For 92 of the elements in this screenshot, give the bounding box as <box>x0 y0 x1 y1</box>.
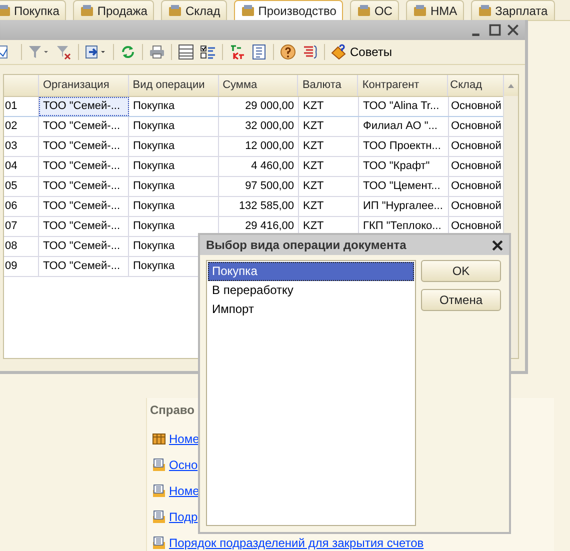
reference-link[interactable]: Порядок подразделений для закрытия счетов <box>169 536 424 550</box>
table-cell: ТОО "Семей-... <box>39 117 129 136</box>
list-item[interactable]: Импорт <box>208 300 414 319</box>
reference-link[interactable]: Номе <box>169 484 200 498</box>
column-header[interactable]: Контрагент <box>358 75 448 96</box>
section-icon <box>413 4 428 18</box>
column-header[interactable]: Сумма <box>218 75 298 96</box>
reference-link[interactable]: Осно <box>169 458 198 472</box>
ok-button[interactable]: OK <box>421 260 501 282</box>
checklist-icon[interactable] <box>200 44 216 60</box>
panel-title: Справо <box>150 402 194 418</box>
table-cell: Покупка <box>129 117 219 136</box>
maximize-icon[interactable] <box>489 24 501 36</box>
section-tab[interactable]: Покупка <box>0 0 66 20</box>
close-icon[interactable] <box>492 240 503 250</box>
table-cell: Покупка <box>129 177 219 196</box>
table-icon <box>152 432 166 446</box>
list-icon <box>152 484 166 498</box>
table-cell: 32 000,00 <box>219 117 299 136</box>
document-icon[interactable] <box>251 44 267 60</box>
section-icon <box>168 4 182 18</box>
table-cell: KZT <box>299 137 359 156</box>
section-icon <box>0 4 11 18</box>
row-number: 08 <box>4 237 39 256</box>
section-icon <box>357 4 372 18</box>
table-cell: ТОО "Семей-... <box>39 97 129 116</box>
reference-link[interactable]: Номе <box>169 432 200 446</box>
section-tab[interactable]: НМА <box>406 0 464 20</box>
table-cell: ТОО "Семей-... <box>39 177 129 196</box>
row-number: 09 <box>4 257 39 276</box>
column-header[interactable]: Валюта <box>298 75 358 96</box>
refresh-icon[interactable] <box>120 44 136 60</box>
table-cell: KZT <box>299 157 359 176</box>
table-cell: ТОО "Alina Tr... <box>359 97 449 116</box>
list-item[interactable]: В переработку <box>208 281 414 300</box>
list-item[interactable]: Покупка <box>208 262 414 281</box>
table-cell: ТОО "Семей-... <box>39 137 129 156</box>
row-number: 06 <box>4 197 39 216</box>
table-cell: ТОО "Крафт" <box>359 157 449 176</box>
table-cell: ТОО "Семей-... <box>39 157 129 176</box>
table-cell: Покупка <box>129 137 219 156</box>
tips-icon <box>331 44 347 60</box>
table-cell: ТОО "Семей-... <box>39 217 129 236</box>
table-cell: 132 585,00 <box>219 197 299 216</box>
table-cell: KZT <box>299 97 359 116</box>
section-tab[interactable]: Производство <box>234 0 344 20</box>
table-cell: Покупка <box>129 157 219 176</box>
move-icon[interactable] <box>85 44 107 60</box>
column-header[interactable]: Организация <box>38 75 129 96</box>
table-cell: ТОО "Семей-... <box>39 197 129 216</box>
column-header[interactable]: Склад <box>448 75 504 96</box>
list-icon <box>152 536 166 550</box>
row-number: 04 <box>4 157 39 176</box>
help-icon[interactable] <box>280 44 296 60</box>
table-cell: 12 000,00 <box>219 137 299 156</box>
row-number: 03 <box>4 137 39 156</box>
table-cell: ТОО "Цемент... <box>359 177 449 196</box>
row-number: 07 <box>4 217 39 236</box>
row-number: 02 <box>4 117 39 136</box>
close-icon[interactable] <box>507 24 519 36</box>
print-icon[interactable] <box>149 44 165 60</box>
section-icon <box>478 4 492 18</box>
table-cell: ТОО "Семей-... <box>39 237 129 256</box>
table-cell: ТОО Проектн... <box>359 137 449 156</box>
table-cell: 29 000,00 <box>219 97 299 116</box>
list-icon <box>152 458 166 472</box>
list-settings-icon[interactable] <box>178 44 194 60</box>
section-icon <box>80 4 94 18</box>
table-cell: Филиал АО "... <box>359 117 449 136</box>
table-cell: Покупка <box>129 97 219 116</box>
reference-link[interactable]: Подр <box>169 510 198 524</box>
row-number: 05 <box>4 177 39 196</box>
section-tab[interactable]: Склад <box>161 0 228 20</box>
section-tab[interactable]: ОС <box>350 0 400 20</box>
structure-icon[interactable] <box>302 44 318 60</box>
section-tab[interactable]: Зарплата <box>471 0 555 20</box>
table-cell: Покупка <box>129 197 219 216</box>
table-cell: KZT <box>299 177 359 196</box>
section-icon <box>241 4 256 18</box>
debit-credit-icon[interactable] <box>229 44 245 60</box>
clear-filter-icon[interactable] <box>56 44 72 60</box>
tips-button[interactable]: Советы <box>331 44 392 60</box>
list-icon <box>152 510 166 524</box>
table-cell: KZT <box>299 197 359 216</box>
table-cell: ТОО "Семей-... <box>39 257 129 276</box>
column-header[interactable]: Вид операции <box>128 75 219 96</box>
table-cell: KZT <box>299 117 359 136</box>
cancel-button[interactable]: Отмена <box>421 289 501 311</box>
table-cell: ИП "Нургалее... <box>359 197 449 216</box>
table-cell: 97 500,00 <box>219 177 299 196</box>
section-tab[interactable]: Продажа <box>73 0 154 20</box>
table-cell: 4 460,00 <box>219 157 299 176</box>
